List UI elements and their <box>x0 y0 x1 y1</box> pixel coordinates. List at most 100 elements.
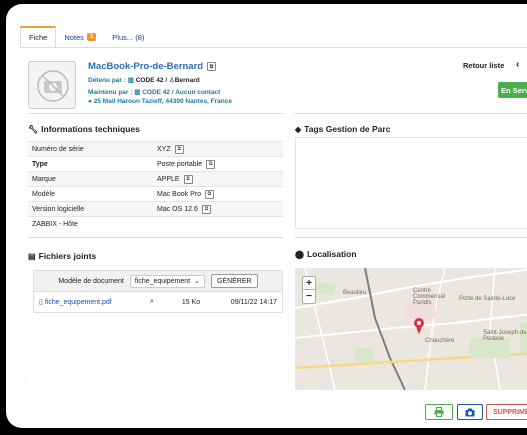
info-section-title: 🔧︎ Informations techniques <box>28 124 140 134</box>
file-row: ▯ fiche_equipement.pdf ⌕ 15 Ko 09/11/22 … <box>34 292 282 312</box>
map-label: Beaulieu <box>343 290 367 296</box>
equipment-name[interactable]: MacBook-Pro-de-Bernard <box>88 61 203 72</box>
info-value: APPLE <box>157 175 180 183</box>
tabs-divider <box>20 47 527 48</box>
map-label: Chauchère <box>425 338 455 344</box>
tags-title-text: Tags Gestion de Parc <box>304 124 391 134</box>
info-value-cell: Poste portable ⧉ <box>153 156 283 172</box>
equipment-placeholder-image <box>28 61 76 109</box>
generate-button[interactable]: GÉNÉRER <box>210 274 258 288</box>
held-by-label: Détenu par : <box>88 77 126 84</box>
status-button[interactable]: En Servi <box>498 82 527 98</box>
info-value-wrap: APPLE ⧉ <box>157 174 283 184</box>
held-by-person[interactable]: Bernard <box>175 77 200 84</box>
copy-icon[interactable]: ⧉ <box>207 62 217 71</box>
map-label: Centre Commercial Paridis <box>413 288 446 306</box>
address-line: ● 25 Mail Haroun Tazieff, 44300 Nantes, … <box>88 98 232 105</box>
info-label: Type <box>28 156 153 172</box>
map-label: Porte de Sainte-Luce <box>459 296 516 302</box>
info-row: Numéro de série XYZ ⧉ <box>28 141 283 157</box>
pdf-icon: ▯ <box>39 299 43 306</box>
held-by-line: Détenu par : ▥ CODE 42 / ♙Bernard <box>88 76 200 84</box>
map-label: Saint-Joseph-de-Porterie <box>483 330 527 342</box>
separator-dot: · <box>24 378 26 384</box>
copy-icon[interactable]: ⧉ <box>174 144 184 154</box>
app-screen: Fiche Notes 1 Plus... (8) MacBook-Pro-de-… <box>6 4 527 428</box>
file-icon: ▤ <box>28 251 36 261</box>
delete-button[interactable]: SUPPRIMER <box>486 404 527 420</box>
tab-notes[interactable]: Notes 1 <box>56 26 104 48</box>
maintained-by-line: Maintenu par : ▥ CODE 42 / Aucun contact <box>88 88 220 96</box>
info-label: Numéro de série <box>28 141 153 157</box>
chevron-down-icon: ⌄ <box>194 278 200 285</box>
file-date: 09/11/22 14:17 <box>230 298 277 306</box>
chevron-left-icon[interactable]: ‹ <box>516 59 519 70</box>
divider <box>295 113 527 114</box>
info-value: Mac OS 12.6 <box>157 205 198 213</box>
info-value-wrap: Mac Book Pro ⧉ <box>157 189 283 199</box>
info-value-cell: Mac Book Pro ⧉ <box>153 186 283 202</box>
notes-count-badge: 1 <box>86 33 97 41</box>
info-label: ZABBIX - Hôte <box>28 216 153 232</box>
info-label: Modèle <box>28 186 153 202</box>
document-generator: Modèle de document fiche_equipement ⌄ GÉ… <box>34 271 282 292</box>
held-by-value[interactable]: CODE 42 / <box>136 77 169 84</box>
divider <box>28 237 283 238</box>
files-section-title: ▤ Fichiers joints <box>28 251 96 261</box>
info-value-wrap: Mac OS 12.6 ⧉ <box>157 204 283 214</box>
back-to-list-link[interactable]: Retour liste <box>463 61 504 70</box>
info-value-wrap: XYZ ⧉ <box>157 144 283 154</box>
photo-button[interactable] <box>457 404 483 420</box>
tab-bar: Fiche Notes 1 Plus... (8) <box>20 26 152 48</box>
tag-icon: ◆ <box>295 124 302 134</box>
tab-label: Plus... (8) <box>112 32 145 42</box>
info-value: Mac Book Pro <box>157 190 201 198</box>
copy-icon[interactable]: ⧉ <box>201 204 211 214</box>
info-value: Poste portable <box>157 160 203 168</box>
info-title-text: Informations techniques <box>41 124 140 134</box>
zoom-out-button[interactable]: − <box>303 290 315 303</box>
maintained-by-value[interactable]: CODE 42 / Aucun contact <box>142 89 220 96</box>
tab-plus[interactable]: Plus... (8) <box>104 26 152 48</box>
document-model-label: Modèle de document <box>58 277 124 285</box>
info-row: Marque APPLE ⧉ <box>28 171 283 187</box>
preview-search-icon[interactable]: ⌕ <box>133 298 171 306</box>
copy-icon[interactable]: ⧉ <box>183 174 193 184</box>
info-value-wrap: Poste portable ⧉ <box>157 159 283 169</box>
map-tiles <box>295 268 527 390</box>
divider <box>28 113 283 114</box>
no-photo-icon <box>37 70 69 102</box>
document-model-select[interactable]: fiche_equipement ⌄ <box>129 274 205 288</box>
info-row: Type Poste portable ⧉ <box>28 156 283 172</box>
equipment-title: MacBook-Pro-de-Bernard ⧉ <box>88 61 217 72</box>
divider <box>295 237 527 238</box>
files-panel: Modèle de document fiche_equipement ⌄ GÉ… <box>33 270 283 313</box>
copy-icon[interactable]: ⧉ <box>204 189 214 199</box>
building-icon: ▥ <box>127 77 134 84</box>
tab-label: Notes <box>64 32 84 42</box>
tab-label: Fiche <box>29 33 48 42</box>
device-frame: Fiche Notes 1 Plus... (8) MacBook-Pro-de-… <box>0 0 527 435</box>
print-button[interactable] <box>425 404 453 420</box>
info-row: Version logicielle Mac OS 12.6 ⧉ <box>28 201 283 217</box>
select-value: fiche_equipement <box>134 277 191 285</box>
zoom-in-button[interactable]: + <box>303 277 315 290</box>
building-icon: ▥ <box>134 89 141 96</box>
location-pin-icon: ● <box>88 98 92 105</box>
map-title-text: Localisation <box>306 249 357 259</box>
tab-fiche[interactable]: Fiche <box>20 26 57 48</box>
location-map[interactable]: + − Beaulieu Centre Commercial Paridis P… <box>295 268 527 390</box>
wrench-icon: 🔧︎ <box>28 124 39 134</box>
info-value-cell: Mac OS 12.6 ⧉ <box>153 201 283 217</box>
info-value-cell: APPLE ⧉ <box>153 171 283 187</box>
map-section-title: ⬤ Localisation <box>295 249 357 259</box>
copy-icon[interactable]: ⧉ <box>206 159 216 169</box>
info-row: ZABBIX - Hôte <box>28 216 283 232</box>
info-label: Marque <box>28 171 153 187</box>
info-table: Numéro de série XYZ ⧉ Type Poste portable ⧉ Ma… <box>28 141 283 232</box>
maintained-by-label: Maintenu par : <box>88 89 133 96</box>
file-link[interactable]: ▯ fiche_equipement.pdf <box>39 298 133 306</box>
camera-icon <box>465 408 475 416</box>
printer-icon <box>434 407 444 417</box>
address-text[interactable]: 25 Mail Haroun Tazieff, 44300 Nantes, Fr… <box>94 98 232 105</box>
